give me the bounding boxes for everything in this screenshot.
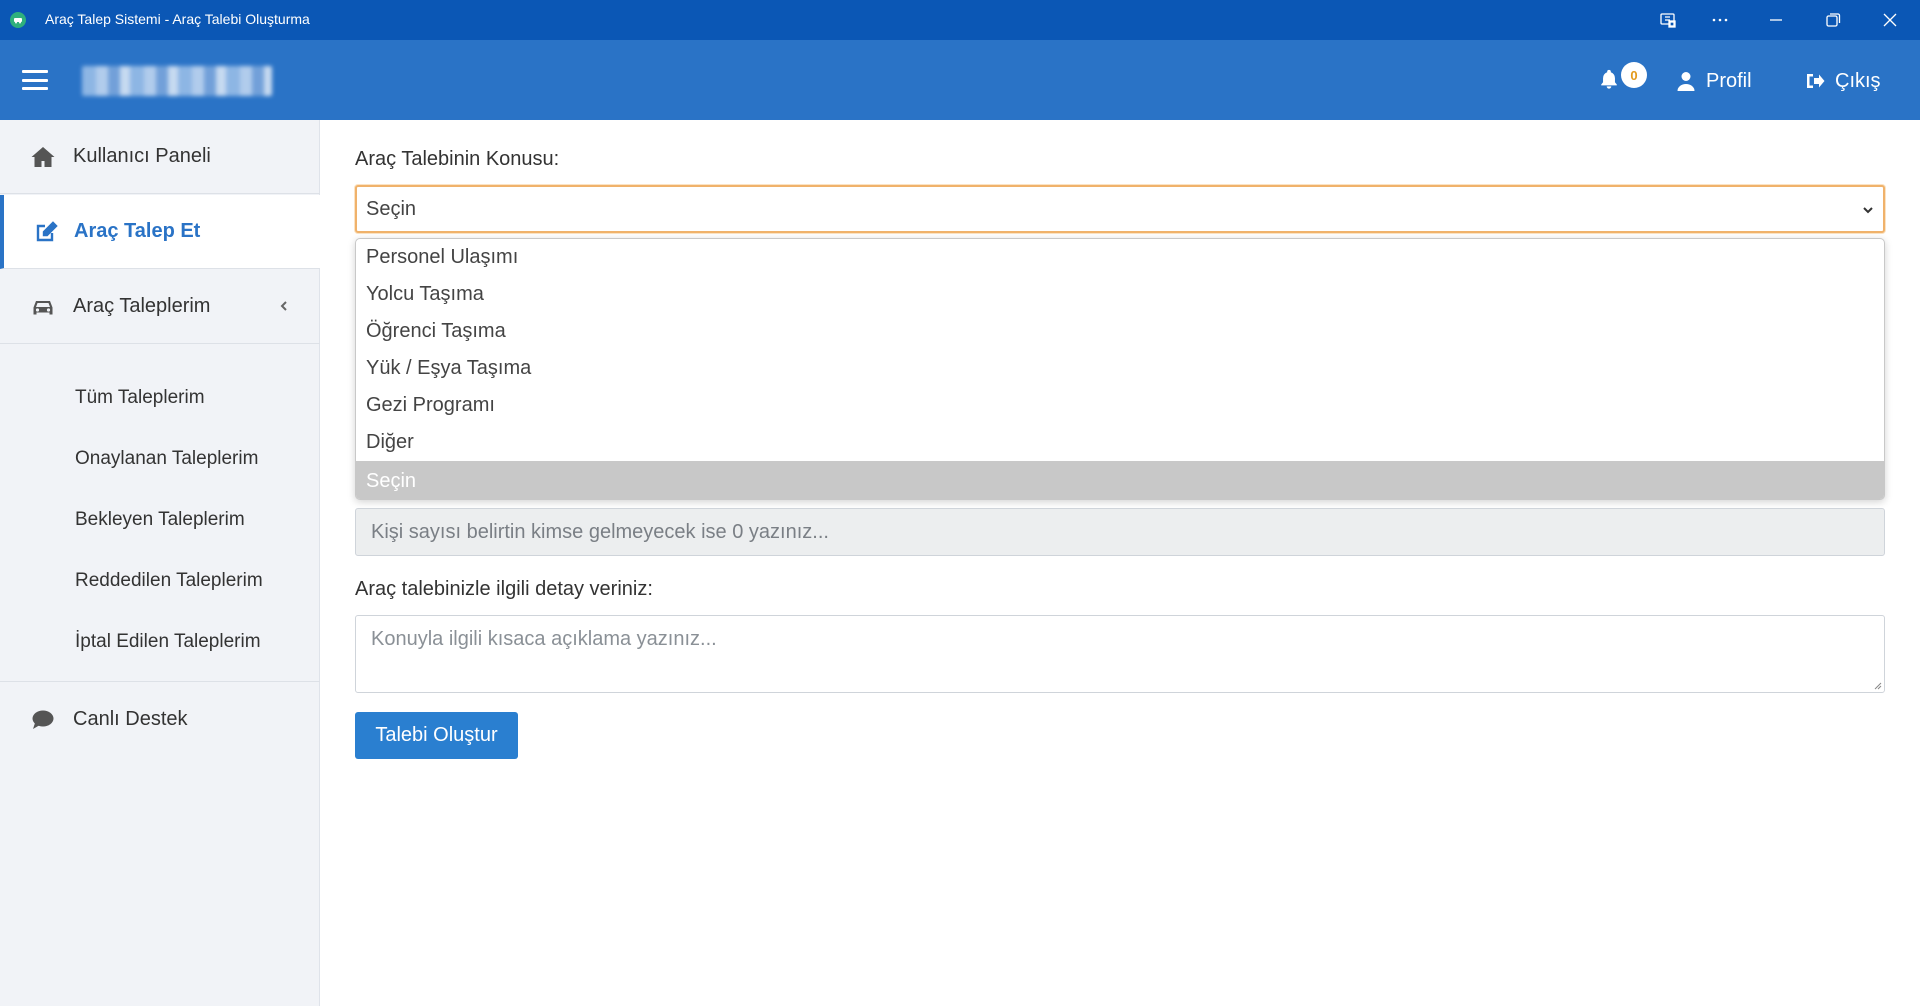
my-requests-submenu: Tüm Taleplerim Onaylanan Taleplerim Bekl…	[0, 366, 320, 682]
chevron-left-icon[interactable]	[278, 299, 290, 313]
option-cargo-transport[interactable]: Yük / Eşya Taşıma	[356, 350, 1884, 387]
sidebar-item-live-support[interactable]: Canlı Destek	[0, 683, 320, 757]
notification-badge: 0	[1621, 62, 1647, 88]
restore-icon[interactable]	[1805, 0, 1861, 40]
sidebar-item-label: Canlı Destek	[73, 708, 188, 730]
chevron-down-icon	[1863, 207, 1873, 214]
person-count-input[interactable]: Kişi sayısı belirtin kimse gelmeyecek is…	[355, 508, 1885, 556]
submenu-approved-requests[interactable]: Onaylanan Taleplerim	[75, 448, 258, 470]
option-other[interactable]: Diğer	[356, 424, 1884, 461]
sidebar: Kullanıcı Paneli Araç Talep Et Araç Tale…	[0, 120, 320, 1006]
detail-textarea[interactable]: Konuyla ilgili kısaca açıklama yazınız..…	[355, 615, 1885, 693]
person-count-placeholder: Kişi sayısı belirtin kimse gelmeyecek is…	[371, 520, 829, 543]
subject-dropdown-list: Personel Ulaşımı Yolcu Taşıma Öğrenci Ta…	[355, 238, 1885, 500]
sidebar-item-my-requests[interactable]: Araç Taleplerim	[0, 270, 320, 344]
app-header: 0 Profil Çıkış	[0, 40, 1920, 120]
profile-link[interactable]: Profil	[1676, 66, 1752, 96]
sidebar-item-request-vehicle[interactable]: Araç Talep Et	[0, 195, 320, 269]
option-select-placeholder[interactable]: Seçin	[356, 461, 1884, 499]
detail-placeholder: Konuyla ilgili kısaca açıklama yazınız..…	[371, 628, 717, 650]
blurred-logo	[82, 66, 272, 96]
menu-toggle-icon[interactable]	[22, 70, 48, 90]
more-icon[interactable]	[1692, 0, 1748, 40]
car-icon	[31, 296, 57, 318]
logout-label: Çıkış	[1835, 69, 1881, 92]
detail-label: Araç talebinizle ilgili detay veriniz:	[355, 578, 653, 600]
option-student-transport[interactable]: Öğrenci Taşıma	[356, 313, 1884, 350]
sidebar-item-label: Araç Taleplerim	[73, 295, 211, 317]
edit-icon	[35, 221, 61, 243]
subject-selected-value: Seçin	[366, 197, 417, 220]
option-staff-transport[interactable]: Personel Ulaşımı	[356, 239, 1884, 276]
window-title: Araç Talep Sistemi - Araç Talebi Oluştur…	[45, 11, 310, 27]
submenu-all-requests[interactable]: Tüm Taleplerim	[75, 387, 205, 409]
logout-link[interactable]: Çıkış	[1805, 66, 1881, 96]
submenu-pending-requests[interactable]: Bekleyen Taleplerim	[75, 509, 245, 531]
user-icon	[1677, 72, 1695, 91]
sidebar-item-label: Kullanıcı Paneli	[73, 145, 211, 167]
bell-icon[interactable]	[1598, 68, 1622, 94]
close-icon[interactable]	[1862, 0, 1918, 40]
resize-handle-icon[interactable]	[1872, 680, 1882, 690]
sign-out-icon	[1807, 74, 1825, 88]
option-trip-program[interactable]: Gezi Programı	[356, 387, 1884, 424]
profile-label: Profil	[1706, 69, 1752, 92]
submenu-cancelled-requests[interactable]: İptal Edilen Taleplerim	[75, 631, 261, 653]
app-icon	[10, 12, 26, 28]
sidebar-item-label: Araç Talep Et	[74, 220, 201, 242]
sidebar-item-user-panel[interactable]: Kullanıcı Paneli	[0, 120, 320, 194]
cast-icon[interactable]	[1640, 0, 1696, 40]
option-passenger-transport[interactable]: Yolcu Taşıma	[356, 276, 1884, 313]
subject-select[interactable]: Seçin	[355, 185, 1885, 233]
create-request-button[interactable]: Talebi Oluştur	[355, 712, 518, 759]
subject-label: Araç Talebinin Konusu:	[355, 148, 560, 170]
window-titlebar: Araç Talep Sistemi - Araç Talebi Oluştur…	[0, 0, 1920, 40]
chat-icon	[31, 709, 57, 731]
home-icon	[31, 146, 57, 168]
minimize-icon[interactable]	[1748, 0, 1804, 40]
submenu-rejected-requests[interactable]: Reddedilen Taleplerim	[75, 570, 263, 592]
